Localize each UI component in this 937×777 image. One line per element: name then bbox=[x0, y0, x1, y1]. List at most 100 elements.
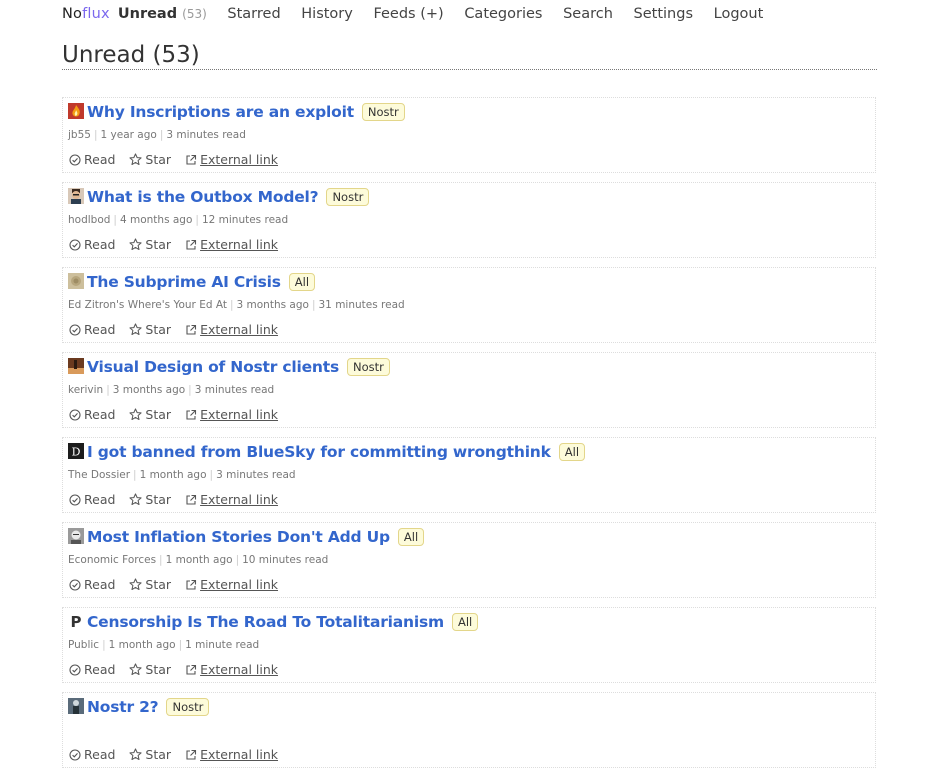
nav-feeds[interactable]: Feeds (+) bbox=[373, 6, 443, 22]
external-link-icon bbox=[186, 664, 197, 675]
nav-categories[interactable]: Categories bbox=[464, 6, 542, 22]
entry-title-row: What is the Outbox Model? Nostr bbox=[87, 188, 370, 206]
category-badge[interactable]: Nostr bbox=[326, 188, 370, 206]
entry-item: The Subprime AI Crisis All Ed Zitron's Whe… bbox=[62, 267, 876, 343]
entry-meta: hodlbod | 4 months ago | 12 minutes read bbox=[68, 214, 289, 226]
external-link-icon bbox=[186, 324, 197, 335]
entry-actions: Read Star External link bbox=[69, 492, 292, 507]
external-link-button[interactable]: External link bbox=[185, 492, 278, 507]
category-badge[interactable]: All bbox=[451, 613, 479, 631]
feed-icon: P bbox=[68, 613, 84, 631]
category-badge[interactable]: All bbox=[288, 273, 316, 291]
entry-author[interactable]: Ed Zitron's Where's Your Ed At bbox=[68, 299, 227, 311]
nav-history[interactable]: History bbox=[301, 6, 353, 22]
entry-title-link[interactable]: The Subprime AI Crisis bbox=[87, 273, 281, 291]
category-badge[interactable]: Nostr bbox=[347, 358, 390, 376]
entry-title-link[interactable]: I got banned from BlueSky for committing… bbox=[87, 443, 551, 461]
entry-meta: Ed Zitron's Where's Your Ed At | 3 months … bbox=[68, 299, 405, 311]
external-link-button[interactable]: External link bbox=[185, 322, 278, 337]
nav-starred[interactable]: Starred bbox=[227, 6, 280, 22]
entry-title-row: I got banned from BlueSky for committing… bbox=[87, 443, 586, 461]
star-button[interactable]: Star bbox=[129, 322, 171, 337]
external-link-button[interactable]: External link bbox=[185, 152, 278, 167]
external-link-icon bbox=[186, 154, 197, 165]
nav-logout[interactable]: Logout bbox=[714, 6, 764, 22]
feed-icon bbox=[68, 698, 84, 714]
star-icon bbox=[129, 323, 143, 336]
mark-read-button[interactable]: Read bbox=[69, 237, 115, 252]
feed-icon bbox=[68, 273, 84, 289]
nav-settings[interactable]: Settings bbox=[634, 6, 693, 22]
entry-title-row: Visual Design of Nostr clients Nostr bbox=[87, 358, 390, 376]
external-link-button[interactable]: External link bbox=[185, 237, 278, 252]
mark-read-button[interactable]: Read bbox=[69, 492, 115, 507]
app-logo[interactable]: Noflux bbox=[62, 6, 110, 22]
nav-search[interactable]: Search bbox=[563, 6, 613, 22]
entry-author[interactable]: The Dossier bbox=[68, 469, 130, 481]
entry-date: 3 months ago bbox=[112, 384, 186, 396]
entry-reading-time: 31 minutes read bbox=[318, 299, 405, 311]
external-link-icon bbox=[186, 749, 197, 760]
entry-date: 1 month ago bbox=[108, 639, 176, 651]
entry-actions: Read Star External link bbox=[69, 322, 292, 337]
entry-item: P Censorship Is The Road To Totalitariani… bbox=[62, 607, 876, 683]
entry-title-link[interactable]: Nostr 2? bbox=[87, 698, 159, 716]
star-button[interactable]: Star bbox=[129, 662, 171, 677]
external-link-icon bbox=[186, 239, 197, 250]
mark-read-button[interactable]: Read bbox=[69, 322, 115, 337]
entry-actions: Read Star External link bbox=[69, 152, 292, 167]
entry-author[interactable]: kerivin bbox=[68, 384, 103, 396]
svg-text:D: D bbox=[72, 446, 81, 459]
nav-menu: Unread (53) Starred History Feeds (+) Ca… bbox=[118, 6, 779, 22]
entry-title-link[interactable]: Most Inflation Stories Don't Add Up bbox=[87, 528, 390, 546]
entry-title-link[interactable]: Why Inscriptions are an exploit bbox=[87, 103, 354, 121]
entry-date: 4 months ago bbox=[119, 214, 193, 226]
entry-author[interactable]: Economic Forces bbox=[68, 554, 156, 566]
star-button[interactable]: Star bbox=[129, 577, 171, 592]
mark-read-button[interactable]: Read bbox=[69, 662, 115, 677]
feed-icon bbox=[68, 188, 84, 204]
entry-author[interactable]: hodlbod bbox=[68, 214, 110, 226]
check-circle-icon bbox=[69, 153, 81, 166]
mark-read-button[interactable]: Read bbox=[69, 577, 115, 592]
entry-meta: kerivin | 3 months ago | 3 minutes read bbox=[68, 384, 275, 396]
entry-item: Why Inscriptions are an exploit Nostr jb55… bbox=[62, 97, 876, 173]
external-link-button[interactable]: External link bbox=[185, 747, 278, 762]
entry-author[interactable]: jb55 bbox=[68, 129, 91, 141]
entry-title-row: Nostr 2? Nostr bbox=[87, 698, 210, 716]
external-link-button[interactable]: External link bbox=[185, 662, 278, 677]
category-badge[interactable]: All bbox=[558, 443, 586, 461]
unread-count: (53) bbox=[182, 7, 207, 21]
external-link-button[interactable]: External link bbox=[185, 407, 278, 422]
top-navigation: Noflux Unread (53) Starred History Feeds… bbox=[62, 4, 779, 24]
entry-reading-time: 1 minute read bbox=[185, 639, 260, 651]
star-button[interactable]: Star bbox=[129, 237, 171, 252]
entry-meta: Economic Forces | 1 month ago | 10 minutes r… bbox=[68, 554, 329, 566]
nav-unread[interactable]: Unread (53) bbox=[118, 6, 207, 22]
entry-reading-time: 12 minutes read bbox=[201, 214, 289, 226]
mark-read-button[interactable]: Read bbox=[69, 747, 115, 762]
category-badge[interactable]: All bbox=[397, 528, 425, 546]
entry-author[interactable]: Public bbox=[68, 639, 99, 651]
svg-text:P: P bbox=[71, 613, 82, 629]
entry-title-link[interactable]: Visual Design of Nostr clients bbox=[87, 358, 339, 376]
mark-read-button[interactable]: Read bbox=[69, 407, 115, 422]
star-icon bbox=[129, 408, 143, 421]
star-button[interactable]: Star bbox=[129, 152, 171, 167]
mark-read-button[interactable]: Read bbox=[69, 152, 115, 167]
entry-title-link[interactable]: Censorship Is The Road To Totalitarianis… bbox=[87, 613, 444, 631]
star-icon bbox=[129, 663, 143, 676]
category-badge[interactable]: Nostr bbox=[361, 103, 405, 121]
star-button[interactable]: Star bbox=[129, 407, 171, 422]
star-button[interactable]: Star bbox=[129, 747, 171, 762]
page-title: Unread (53) bbox=[62, 42, 877, 70]
category-badge[interactable]: Nostr bbox=[166, 698, 210, 716]
star-button[interactable]: Star bbox=[129, 492, 171, 507]
entry-actions: Read Star External link bbox=[69, 407, 292, 422]
external-link-icon bbox=[186, 579, 197, 590]
external-link-button[interactable]: External link bbox=[185, 577, 278, 592]
check-circle-icon bbox=[69, 748, 81, 761]
entry-item: D I got banned from BlueSky for committin… bbox=[62, 437, 876, 513]
entry-date: 1 year ago bbox=[100, 129, 157, 141]
entry-title-link[interactable]: What is the Outbox Model? bbox=[87, 188, 319, 206]
